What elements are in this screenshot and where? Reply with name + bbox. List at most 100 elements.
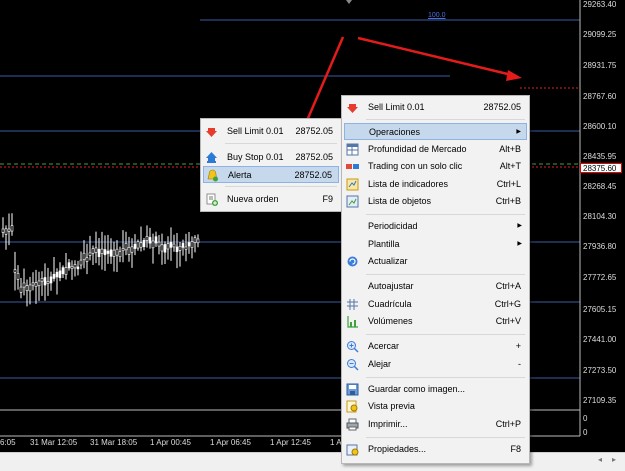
menu-item-sell-limit[interactable]: Sell Limit 0.01 28752.05 (203, 123, 339, 140)
candle-body (139, 242, 143, 248)
refresh-icon (346, 255, 359, 268)
menu-item-shortcut: Ctrl+G (494, 299, 521, 309)
submenu-arrow-icon: ▶ (517, 241, 522, 247)
candle-body (58, 270, 62, 278)
candlesticks (1, 213, 200, 307)
one-click-trading-icon (346, 160, 359, 173)
volumes-icon (346, 315, 359, 328)
menu-item-price: 28752.05 (294, 170, 332, 180)
menu-item-shortcut: Ctrl+A (495, 281, 521, 291)
menu-item-label: Vista previa (368, 401, 415, 411)
menu-item-operaciones[interactable]: Operaciones ▶ (344, 123, 527, 140)
menu-item-label: Lista de objetos (368, 196, 432, 206)
candle-body (88, 252, 92, 256)
price-chart[interactable] (0, 0, 625, 470)
candle-body (1, 228, 5, 233)
candle-body (190, 241, 194, 248)
candle-body (109, 249, 113, 257)
candle-body (193, 237, 197, 243)
menu-item-indicators-list[interactable]: Lista de indicadores Ctrl+L (344, 176, 527, 193)
scroll-left-icon[interactable]: ◂ (598, 455, 602, 464)
candle-body (124, 243, 128, 251)
price-level-label: 28104.30 (583, 212, 617, 221)
candle-body (85, 257, 89, 262)
candle-body (79, 259, 83, 266)
menu-item-market-depth[interactable]: Profundidad de Mercado Alt+B (344, 141, 527, 158)
candle-body (148, 237, 152, 244)
menu-item-volumes[interactable]: Volúmenes Ctrl+V (344, 313, 527, 330)
candle-body (154, 236, 158, 244)
menu-item-alert[interactable]: Alerta 28752.05 (203, 166, 339, 183)
candle-body (73, 264, 77, 269)
candle-body (118, 251, 122, 258)
menu-item-label: Lista de indicadores (368, 179, 449, 189)
menu-item-refresh[interactable]: Actualizar (344, 253, 527, 270)
candle-body (184, 246, 188, 250)
menu-item-label: Sell Limit 0.01 (368, 102, 425, 112)
menu-item-price: 28752.05 (295, 126, 333, 136)
volume-level-label: 0 (583, 414, 588, 423)
annotation-arrow-head-2 (506, 70, 522, 81)
candle-body (16, 273, 20, 280)
candle-body (67, 262, 71, 269)
menu-item-print[interactable]: Imprimir... Ctrl+P (344, 416, 527, 433)
candle-body (181, 243, 185, 248)
menu-item-shortcut: Ctrl+P (495, 419, 521, 429)
chart-shift-marker[interactable] (346, 0, 352, 4)
menu-item-sell-limit[interactable]: Sell Limit 0.01 28752.05 (344, 99, 527, 116)
menu-item-shortcut: + (515, 341, 521, 351)
price-level-label: 27936.80 (583, 242, 617, 251)
candle-body (187, 242, 191, 247)
menu-item-shortcut: - (518, 359, 521, 369)
candle-body (10, 225, 14, 232)
candle-body (121, 248, 125, 251)
candle-body (28, 284, 32, 292)
price-level-label: 28767.60 (583, 92, 617, 101)
menu-item-zoom-out[interactable]: Alejar - (344, 356, 527, 373)
menu-item-label: Acercar (368, 341, 400, 351)
candle-body (76, 266, 80, 270)
menu-item-zoom-in[interactable]: Acercar + (344, 338, 527, 355)
menu-item-new-order[interactable]: Nueva orden F9 (203, 191, 339, 208)
menu-item-buy-stop[interactable]: Buy Stop 0.01 28752.05 (203, 149, 339, 166)
menu-item-autoscroll[interactable]: Autoajustar Ctrl+A (344, 278, 527, 295)
price-level-label: 28268.45 (583, 182, 617, 191)
volume-level-label: 0 (583, 428, 588, 437)
menu-item-label: Actualizar (368, 256, 408, 266)
price-level-label: 28931.75 (583, 61, 617, 70)
candle-body (70, 266, 74, 269)
time-label: 1 Apr 12:45 (270, 438, 311, 447)
time-label: 1 Apr 06:45 (210, 438, 251, 447)
candle-body (145, 236, 149, 241)
save-image-icon (346, 383, 359, 396)
menu-item-save-image[interactable]: Guardar como imagen... (344, 381, 527, 398)
candle-body (196, 238, 200, 244)
candle-body (169, 241, 173, 248)
candle-body (100, 248, 104, 254)
time-label: 1 Apr 00:45 (150, 438, 191, 447)
menu-item-shortcut: Ctrl+L (496, 179, 521, 189)
menu-item-label: Imprimir... (368, 419, 408, 429)
order-context-menu: Sell Limit 0.01 28752.05 Buy Stop 0.01 2… (200, 118, 342, 212)
menu-item-objects-list[interactable]: Lista de objetos Ctrl+B (344, 193, 527, 210)
scroll-right-icon[interactable]: ▸ (612, 455, 616, 464)
menu-item-periodicidad[interactable]: Periodicidad ▶ (344, 218, 527, 235)
market-depth-icon (346, 143, 359, 156)
menu-item-plantilla[interactable]: Plantilla ▶ (344, 236, 527, 253)
menu-item-print-preview[interactable]: Vista previa (344, 398, 527, 415)
candle-body (127, 247, 131, 255)
menu-item-grid[interactable]: Cuadrícula Ctrl+G (344, 296, 527, 313)
candle-body (106, 250, 110, 254)
menu-item-label: Guardar como imagen... (368, 384, 466, 394)
candle-body (112, 249, 116, 257)
menu-item-shortcut: Ctrl+V (495, 316, 521, 326)
menu-item-properties[interactable]: Propiedades... F8 (344, 441, 527, 458)
candle-body (91, 248, 95, 254)
candle-body (19, 286, 23, 293)
candle-body (61, 267, 65, 275)
price-level-label: 27772.65 (583, 273, 617, 282)
menu-item-one-click-trading[interactable]: Trading con un solo clic Alt+T (344, 158, 527, 175)
menu-item-label: Periodicidad (368, 221, 418, 231)
time-label: 31 Mar 12:05 (30, 438, 78, 447)
time-label: 6:05 (0, 438, 16, 447)
